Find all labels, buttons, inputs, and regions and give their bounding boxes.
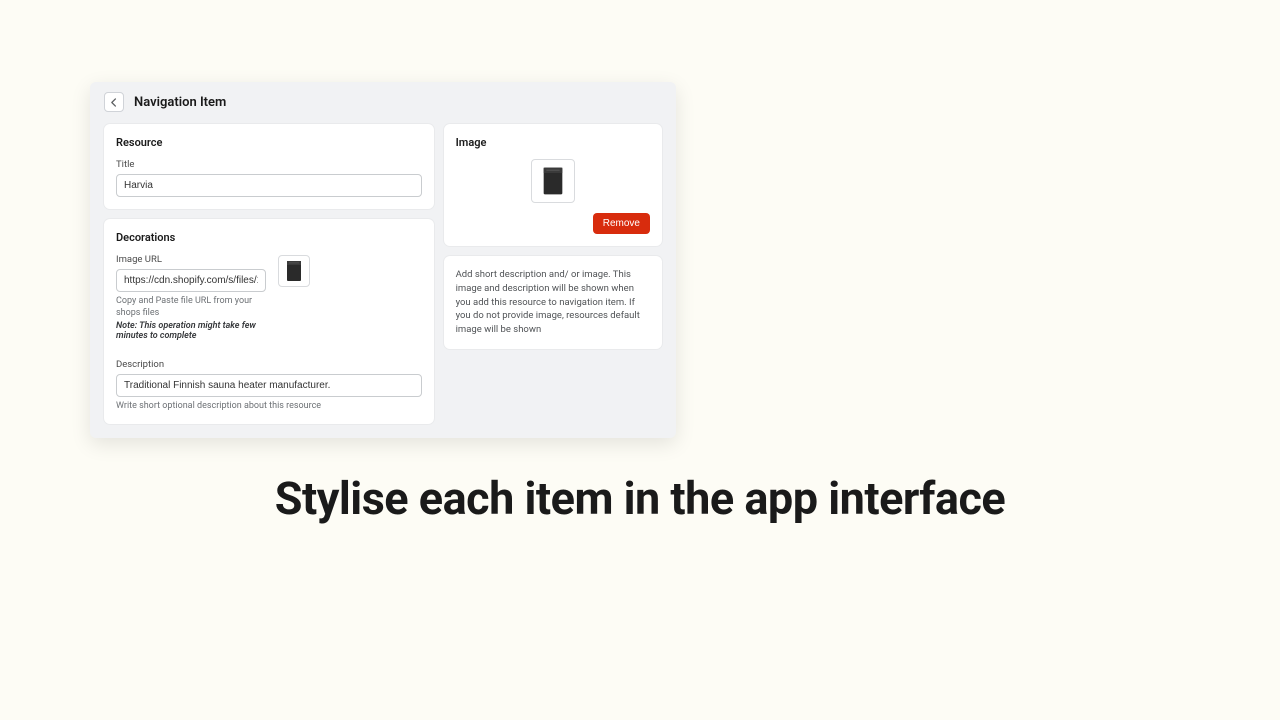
image-url-label: Image URL	[116, 254, 266, 265]
remove-image-button[interactable]: Remove	[593, 213, 650, 234]
title-label: Title	[116, 159, 422, 170]
decorations-card: Decorations Image URL Copy and Paste fil…	[104, 219, 434, 424]
image-url-note: Note: This operation might take few minu…	[116, 321, 266, 341]
image-card: Image Remove	[444, 124, 662, 246]
image-url-input[interactable]	[116, 269, 266, 292]
marketing-caption: Stylise each item in the app interface	[0, 472, 1280, 525]
image-url-help: Copy and Paste file URL from your shops …	[116, 295, 266, 319]
resource-card: Resource Title	[104, 124, 434, 209]
image-url-thumbnail	[278, 255, 310, 287]
info-card: Add short description and/ or image. Thi…	[444, 256, 662, 349]
image-preview	[531, 159, 575, 203]
info-text: Add short description and/ or image. Thi…	[456, 269, 640, 335]
back-button[interactable]	[104, 92, 124, 112]
description-input[interactable]	[116, 374, 422, 397]
heater-icon	[542, 165, 564, 197]
decorations-section-title: Decorations	[116, 231, 422, 244]
navigation-item-panel: Navigation Item Resource Title Decoratio…	[90, 82, 676, 438]
description-label: Description	[116, 359, 422, 370]
resource-section-title: Resource	[116, 136, 422, 149]
arrow-left-icon	[110, 98, 119, 107]
panel-header: Navigation Item	[90, 82, 676, 118]
description-help: Write short optional description about t…	[116, 400, 422, 412]
page-title: Navigation Item	[134, 95, 226, 110]
image-section-title: Image	[456, 136, 650, 149]
heater-icon	[286, 259, 302, 283]
title-input[interactable]	[116, 174, 422, 197]
